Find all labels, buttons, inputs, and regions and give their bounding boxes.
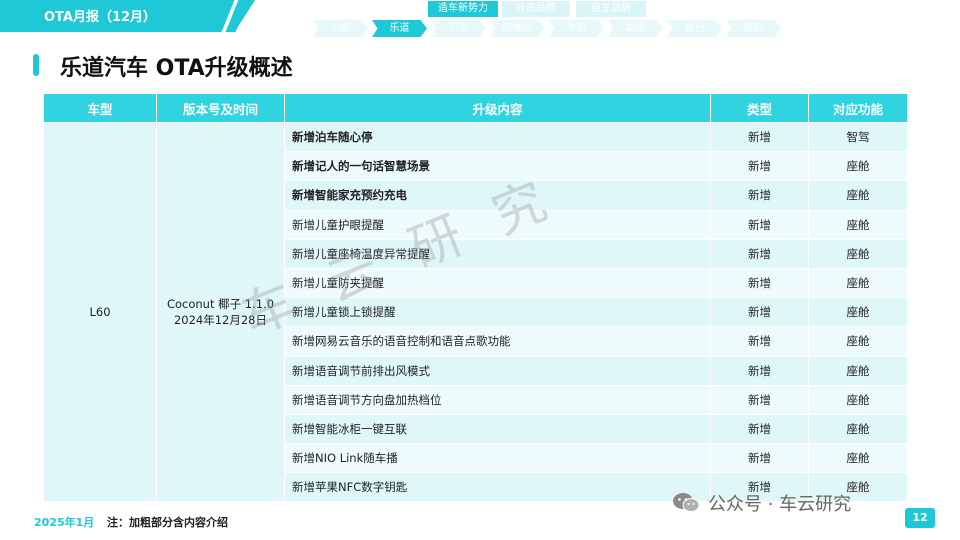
title-accent-bar	[33, 54, 39, 76]
cell-function: 座舱	[808, 209, 908, 240]
cell-version: Coconut 椰子 1.1.0 2024年12月28日	[156, 121, 285, 503]
brand-tab-rox[interactable]: 极石	[726, 20, 781, 37]
cell-function: 座舱	[808, 180, 908, 211]
cell-content: 新增语音调节前排出风模式	[284, 355, 711, 386]
column-header-function: 对应功能	[808, 93, 908, 123]
column-header-version: 版本号及时间	[156, 93, 285, 123]
cell-type: 新增	[710, 297, 809, 328]
cell-type: 新增	[710, 267, 809, 299]
table-header-row: 车型 版本号及时间 升级内容 类型 对应功能	[43, 93, 908, 123]
cell-type: 新增	[710, 151, 809, 182]
wechat-label: 公众号 · 车云研究	[708, 494, 852, 515]
brand-tab-bar: 小鹏 乐道 小米 阿维塔 零跑 岚图 智己 极石	[313, 20, 785, 37]
cell-content: 新增儿童护眼提醒	[284, 209, 711, 240]
cell-type: 新增	[710, 413, 809, 445]
cell-function: 座舱	[808, 238, 908, 269]
cell-type: 新增	[710, 238, 809, 269]
table-row: L60 Coconut 椰子 1.1.0 2024年12月28日 新增泊车随心停 新增智…	[43, 121, 908, 503]
version-name: Coconut 椰子 1.1.0	[166, 297, 275, 312]
cell-type: 新增	[710, 121, 809, 153]
brand-tab-leapmotor[interactable]: 零跑	[549, 20, 604, 37]
cell-type: 新增	[710, 180, 809, 211]
cell-content: 新增儿童座椅温度异常提醒	[284, 238, 711, 269]
footer-date: 2025年1月	[34, 516, 95, 529]
cell-content: 新增智能家充预约充电	[284, 180, 711, 211]
cell-model: L60	[43, 121, 157, 503]
cell-type: 新增	[710, 384, 809, 415]
cell-type: 新增	[710, 326, 809, 357]
cell-function: 座舱	[808, 297, 908, 328]
cell-content: 新增泊车随心停	[284, 121, 711, 153]
cell-function: 座舱	[808, 151, 908, 182]
cell-function: 智驾	[808, 121, 908, 153]
brand-tab-avatr[interactable]: 阿维塔	[490, 20, 545, 37]
page-title: 乐道汽车 OTA升级概述	[60, 56, 293, 81]
cell-content: 新增网易云音乐的语音控制和语音点歌功能	[284, 326, 711, 357]
cell-function: 座舱	[808, 355, 908, 386]
category-tab-new-forces[interactable]: 造车新势力	[428, 1, 498, 17]
cell-function: 座舱	[808, 267, 908, 299]
cell-content: 新增智能冰柜一键互联	[284, 413, 711, 445]
category-tab-foreign[interactable]: 外资品牌	[502, 1, 570, 17]
cell-content: 新增语音调节方向盘加热档位	[284, 384, 711, 415]
brand-tab-xiaomi[interactable]: 小米	[431, 20, 486, 37]
brand-tab-voyah[interactable]: 岚图	[608, 20, 663, 37]
cell-type: 新增	[710, 209, 809, 240]
brand-tab-xpeng[interactable]: 小鹏	[313, 20, 368, 37]
cell-content: 新增儿童锁上锁提醒	[284, 297, 711, 328]
column-header-content: 升级内容	[284, 93, 711, 123]
category-tab-domestic[interactable]: 自主品牌	[576, 1, 646, 17]
page-number: 12	[905, 508, 935, 528]
footer-note: 注：加粗部分含内容介绍	[107, 516, 228, 529]
brand-tab-ledao[interactable]: 乐道	[372, 20, 427, 37]
cell-function: 座舱	[808, 443, 908, 474]
cell-content: 新增儿童防夹提醒	[284, 267, 711, 299]
cell-type: 新增	[710, 443, 809, 474]
column-header-model: 车型	[43, 93, 157, 123]
cell-content: 新增苹果NFC数字钥匙	[284, 472, 711, 503]
cell-type: 新增	[710, 355, 809, 386]
banner-title: OTA月报（12月）	[44, 10, 157, 25]
cell-function: 座舱	[808, 326, 908, 357]
brand-tab-im[interactable]: 智己	[667, 20, 722, 37]
column-header-type: 类型	[710, 93, 809, 123]
version-date: 2024年12月28日	[173, 313, 268, 328]
table-body: L60 Coconut 椰子 1.1.0 2024年12月28日 新增泊车随心停 新增智…	[43, 121, 908, 503]
cell-content: 新增记人的一句话智慧场景	[284, 151, 711, 182]
cell-function: 座舱	[808, 384, 908, 415]
ota-table: 车型 版本号及时间 升级内容 类型 对应功能 L60 Coconut 椰子 1.1…	[43, 93, 908, 503]
cell-content: 新增NIO Link随车播	[284, 443, 711, 474]
wechat-icon	[672, 492, 700, 514]
wechat-account: 公众号 · 车云研究	[672, 490, 851, 516]
cell-function: 座舱	[808, 413, 908, 445]
